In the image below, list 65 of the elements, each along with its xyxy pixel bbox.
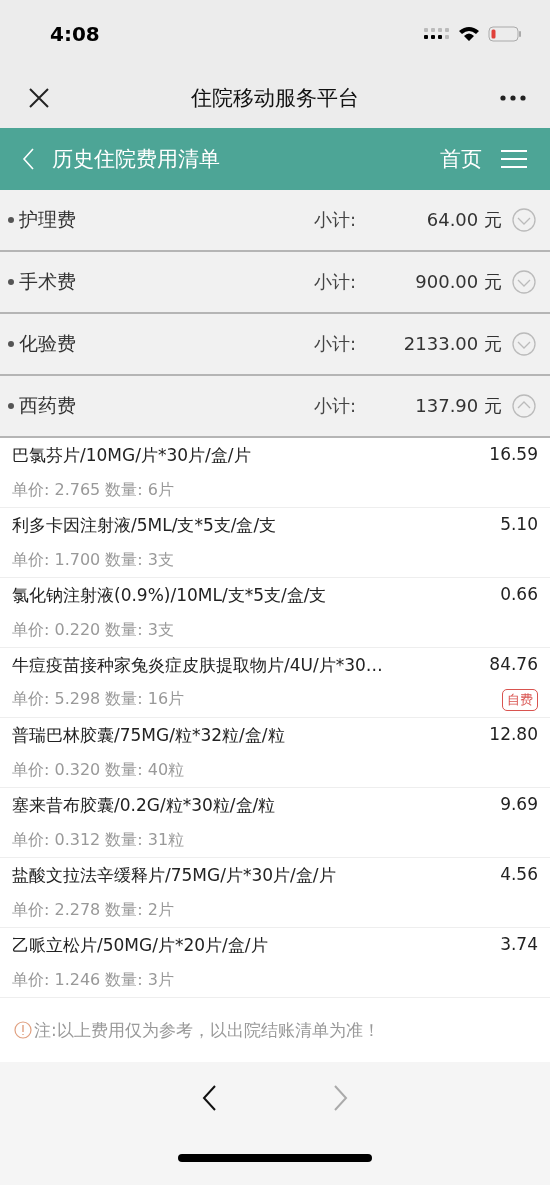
item-name: 氯化钠注射液(0.9%)/10ML/支*5支/盒/支 [12,584,328,607]
page-title: 住院移动服务平台 [191,85,359,112]
item-total: 3.74 [500,934,538,956]
category-row[interactable]: 手术费 小计: 900.00 元 [0,252,550,314]
item-name: 利多卡因注射液/5ML/支*5支/盒/支 [12,514,278,537]
chevron-up-icon [512,394,536,418]
item-name: 普瑞巴林胶囊/75MG/粒*32粒/盒/粒 [12,724,286,747]
item-name: 牛痘疫苗接种家兔炎症皮肤提取物片/4U/片*30… [12,654,384,677]
bullet-icon [8,279,14,285]
bullet-icon [8,341,14,347]
item-name: 巴氯芬片/10MG/片*30片/盒/片 [12,444,252,467]
chevron-down-icon [512,208,536,232]
category-name: 护理费 [19,207,77,232]
subtotal-label: 小计: [314,394,358,418]
item-detail: 单价: 0.312 数量: 31粒 [12,829,186,851]
subtotal-amount: 137.90 元 [414,394,502,418]
category-row[interactable]: 化验费 小计: 2133.00 元 [0,314,550,376]
item-total: 0.66 [500,584,538,606]
category-name: 化验费 [19,331,77,356]
item-detail: 单价: 5.298 数量: 16片 [12,689,186,710]
expand-toggle[interactable] [512,270,536,294]
self-pay-badge: 自费 [502,689,538,711]
item-total: 4.56 [500,864,538,886]
subtotal-amount: 900.00 元 [414,270,502,294]
category-row[interactable]: 西药费 小计: 137.90 元 [0,376,550,438]
subtotal-amount: 64.00 元 [425,208,502,232]
bullet-icon [8,217,14,223]
subtotal-label: 小计: [314,332,358,356]
chevron-down-icon [512,270,536,294]
signal-icon [424,28,450,40]
expand-toggle[interactable] [512,394,536,418]
item-total: 16.59 [489,444,538,466]
item-detail: 单价: 0.320 数量: 40粒 [12,759,186,781]
info-icon [14,1021,32,1039]
note-text: 注:以上费用仅为参考，以出院结账清单为准！ [34,1018,380,1042]
item-total: 9.69 [500,794,538,816]
category-name: 西药费 [19,393,77,418]
bullet-icon [8,403,14,409]
item-name: 盐酸文拉法辛缓释片/75MG/片*30片/盒/片 [12,864,337,887]
expand-toggle[interactable] [512,208,536,232]
item-detail: 单价: 1.246 数量: 3片 [12,969,176,991]
chevron-down-icon [512,332,536,356]
more-icon[interactable] [500,95,526,101]
item-name: 塞来昔布胶囊/0.2G/粒*30粒/盒/粒 [12,794,277,817]
subtotal-label: 小计: [314,208,358,232]
expand-toggle[interactable] [512,332,536,356]
item-total: 5.10 [500,514,538,536]
subtotal-label: 小计: [314,270,358,294]
item-total: 84.76 [489,654,538,676]
category-name: 手术费 [19,269,77,294]
header-title: 历史住院费用清单 [52,146,221,173]
menu-icon[interactable] [500,149,528,169]
subtotal-amount: 2133.00 元 [402,332,502,356]
item-detail: 单价: 2.765 数量: 6片 [12,479,176,501]
battery-icon [488,26,522,42]
close-icon[interactable] [28,87,50,109]
category-row[interactable]: 护理费 小计: 64.00 元 [0,190,550,252]
back-icon[interactable] [22,148,34,170]
wifi-icon [458,26,480,42]
item-detail: 单价: 2.278 数量: 2片 [12,899,176,921]
item-detail: 单价: 1.700 数量: 3支 [12,549,176,571]
item-name: 乙哌立松片/50MG/片*20片/盒/片 [12,934,269,957]
status-time: 4:08 [50,22,100,46]
item-total: 12.80 [489,724,538,746]
item-detail: 单价: 0.220 数量: 3支 [12,619,176,641]
